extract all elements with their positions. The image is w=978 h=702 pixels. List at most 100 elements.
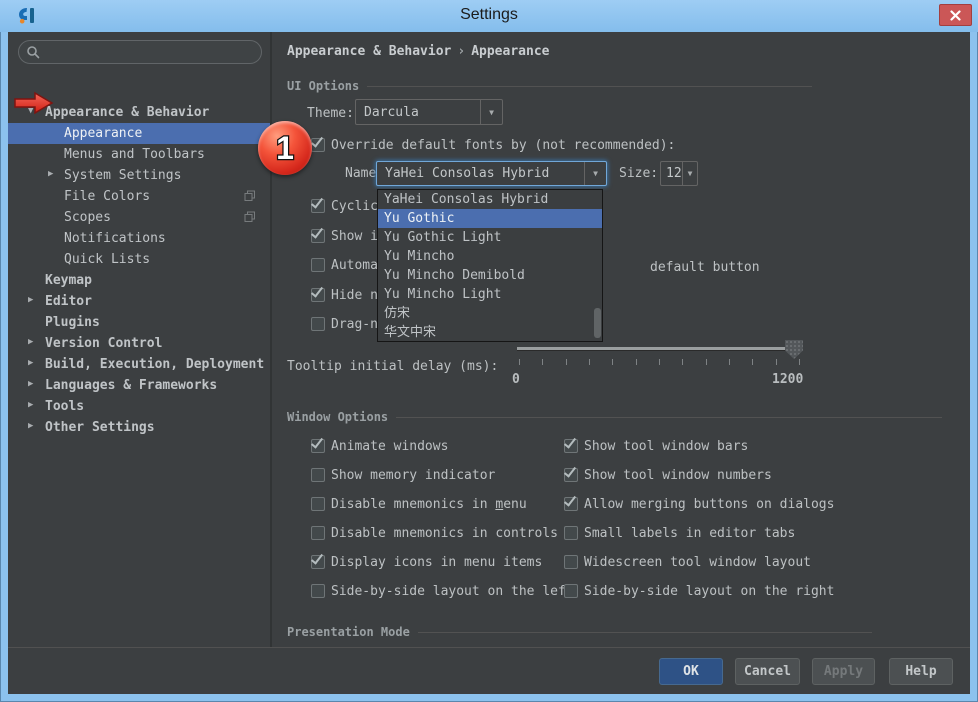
settings-window: Settings Appearance & Behavior Appearanc… — [0, 0, 978, 702]
red-arrow-annotation — [14, 91, 54, 119]
theme-select[interactable]: Darcula ▼ — [355, 99, 503, 125]
ui-options-section: UI Options — [287, 79, 812, 93]
disable-mnemonics-menu-checkbox[interactable] — [311, 497, 325, 511]
slider-max-label: 1200 — [772, 372, 803, 387]
cyclic-scrolling-row[interactable]: Cyclic — [311, 199, 378, 214]
override-fonts-checkbox[interactable] — [311, 138, 325, 152]
auto-position-mouse-checkbox[interactable] — [311, 258, 325, 272]
disable-mnemonics-controls-row[interactable]: Disable mnemonics in controls — [311, 526, 558, 541]
sidebar-item-tools[interactable]: Tools — [8, 396, 270, 417]
display-icons-menu-items-checkbox[interactable] — [311, 555, 325, 569]
font-option[interactable]: YaHei Consolas Hybrid — [378, 190, 602, 209]
help-button[interactable]: Help — [889, 658, 953, 685]
titlebar: Settings — [0, 0, 978, 32]
section-title: UI Options — [287, 79, 359, 93]
drag-n-drop-checkbox[interactable] — [311, 317, 325, 331]
show-tool-window-numbers-checkbox[interactable] — [564, 468, 578, 482]
popup-scrollbar-thumb[interactable] — [594, 308, 601, 338]
widescreen-layout-row[interactable]: Widescreen tool window layout — [564, 555, 811, 570]
auto-position-mouse-label-fragment: default button — [650, 260, 760, 275]
show-memory-indicator-checkbox[interactable] — [311, 468, 325, 482]
allow-merging-buttons-checkbox[interactable] — [564, 497, 578, 511]
search-box[interactable] — [18, 40, 262, 64]
section-title: Presentation Mode — [287, 625, 410, 639]
disable-mnemonics-menu-row[interactable]: Disable mnemonics in menu — [311, 497, 527, 512]
small-labels-editor-tabs-row[interactable]: Small labels in editor tabs — [564, 526, 795, 541]
close-icon — [950, 10, 961, 21]
small-labels-editor-tabs-checkbox[interactable] — [564, 526, 578, 540]
search-input[interactable] — [44, 45, 244, 59]
animate-windows-row[interactable]: Animate windows — [311, 439, 448, 454]
breadcrumb: Appearance & Behavior›Appearance — [287, 44, 549, 59]
sidebar-item-quick-lists[interactable]: Quick Lists — [8, 249, 270, 270]
chevron-down-icon[interactable]: ▼ — [584, 162, 606, 185]
font-option[interactable]: 仿宋 — [378, 304, 602, 323]
hide-navigation-popups-row[interactable]: Hide na — [311, 288, 378, 303]
theme-label: Theme: — [307, 106, 354, 121]
override-fonts-row[interactable]: Override default fonts by (not recommend… — [311, 138, 675, 153]
chevron-down-icon[interactable]: ▼ — [682, 162, 697, 185]
hide-navigation-popups-checkbox[interactable] — [311, 288, 325, 302]
sidebar-item-menus-and-toolbars[interactable]: Menus and Toolbars — [8, 144, 270, 165]
font-option[interactable]: Yu Mincho Demibold — [378, 266, 602, 285]
slider-min-label: 0 — [512, 372, 520, 387]
font-option[interactable]: Yu Mincho Light — [378, 285, 602, 304]
search-icon — [26, 45, 40, 59]
sidebar-item-build-execution-deployment[interactable]: Build, Execution, Deployment — [8, 354, 270, 375]
sidebar-item-languages-frameworks[interactable]: Languages & Frameworks — [8, 375, 270, 396]
show-icons-checkbox[interactable] — [311, 229, 325, 243]
dialog-footer: OK Cancel Apply Help — [8, 647, 970, 694]
tooltip-delay-label: Tooltip initial delay (ms): — [287, 359, 498, 374]
window-options-section: Window Options — [287, 410, 942, 424]
auto-position-mouse-row[interactable]: Automat — [311, 258, 378, 273]
font-option[interactable]: Yu Mincho — [378, 247, 602, 266]
sidebar-item-keymap[interactable]: Keymap — [8, 270, 270, 291]
tooltip-delay-slider-track[interactable] — [517, 347, 803, 350]
sidebar-item-file-colors[interactable]: File Colors — [8, 186, 270, 207]
drag-n-drop-row[interactable]: Drag-n- — [311, 317, 378, 332]
sidebar-item-plugins[interactable]: Plugins — [8, 312, 270, 333]
window-title: Settings — [0, 6, 978, 24]
sidebar-item-appearance[interactable]: Appearance — [8, 123, 270, 144]
show-icons-row[interactable]: Show ic — [311, 229, 378, 244]
font-name-select[interactable]: YaHei Consolas Hybrid ▼ — [376, 161, 607, 186]
sidebar-item-editor[interactable]: Editor — [8, 291, 270, 312]
animate-windows-checkbox[interactable] — [311, 439, 325, 453]
widescreen-layout-checkbox[interactable] — [564, 555, 578, 569]
close-button[interactable] — [939, 4, 972, 26]
section-title: Window Options — [287, 410, 388, 424]
side-by-side-right-checkbox[interactable] — [564, 584, 578, 598]
show-memory-indicator-row[interactable]: Show memory indicator — [311, 468, 495, 483]
side-by-side-left-row[interactable]: Side-by-side layout on the left — [311, 584, 574, 599]
badge-number: 1 — [276, 130, 294, 166]
display-icons-menu-items-row[interactable]: Display icons in menu items — [311, 555, 542, 570]
font-size-label: Size: — [619, 166, 658, 181]
font-size-select[interactable]: 12 ▼ — [660, 161, 698, 186]
step-1-badge: 1 — [258, 121, 312, 175]
sidebar-item-other-settings[interactable]: Other Settings — [8, 417, 270, 438]
chevron-down-icon[interactable]: ▼ — [480, 100, 502, 124]
show-tool-window-bars-checkbox[interactable] — [564, 439, 578, 453]
font-dropdown-popup: YaHei Consolas Hybrid Yu Gothic Yu Gothi… — [377, 189, 603, 342]
sidebar-item-version-control[interactable]: Version Control — [8, 333, 270, 354]
font-option[interactable]: Yu Gothic Light — [378, 228, 602, 247]
side-by-side-left-checkbox[interactable] — [311, 584, 325, 598]
shared-settings-icon — [244, 211, 256, 227]
font-option[interactable]: 华文中宋 — [378, 323, 602, 342]
shared-settings-icon — [244, 190, 256, 206]
sidebar-item-scopes[interactable]: Scopes — [8, 207, 270, 228]
show-tool-window-numbers-row[interactable]: Show tool window numbers — [564, 468, 772, 483]
apply-button: Apply — [812, 658, 875, 685]
sidebar-item-notifications[interactable]: Notifications — [8, 228, 270, 249]
show-tool-window-bars-row[interactable]: Show tool window bars — [564, 439, 748, 454]
sidebar-item-system-settings[interactable]: System Settings — [8, 165, 270, 186]
allow-merging-buttons-row[interactable]: Allow merging buttons on dialogs — [564, 497, 834, 512]
cancel-button[interactable]: Cancel — [735, 658, 800, 685]
disable-mnemonics-controls-checkbox[interactable] — [311, 526, 325, 540]
ok-button[interactable]: OK — [659, 658, 723, 685]
presentation-mode-section: Presentation Mode — [287, 625, 872, 639]
font-option[interactable]: Yu Gothic — [378, 209, 602, 228]
cyclic-scrolling-checkbox[interactable] — [311, 199, 325, 213]
settings-sidebar: Appearance & Behavior Appearance Menus a… — [8, 32, 270, 647]
side-by-side-right-row[interactable]: Side-by-side layout on the right — [564, 584, 834, 599]
